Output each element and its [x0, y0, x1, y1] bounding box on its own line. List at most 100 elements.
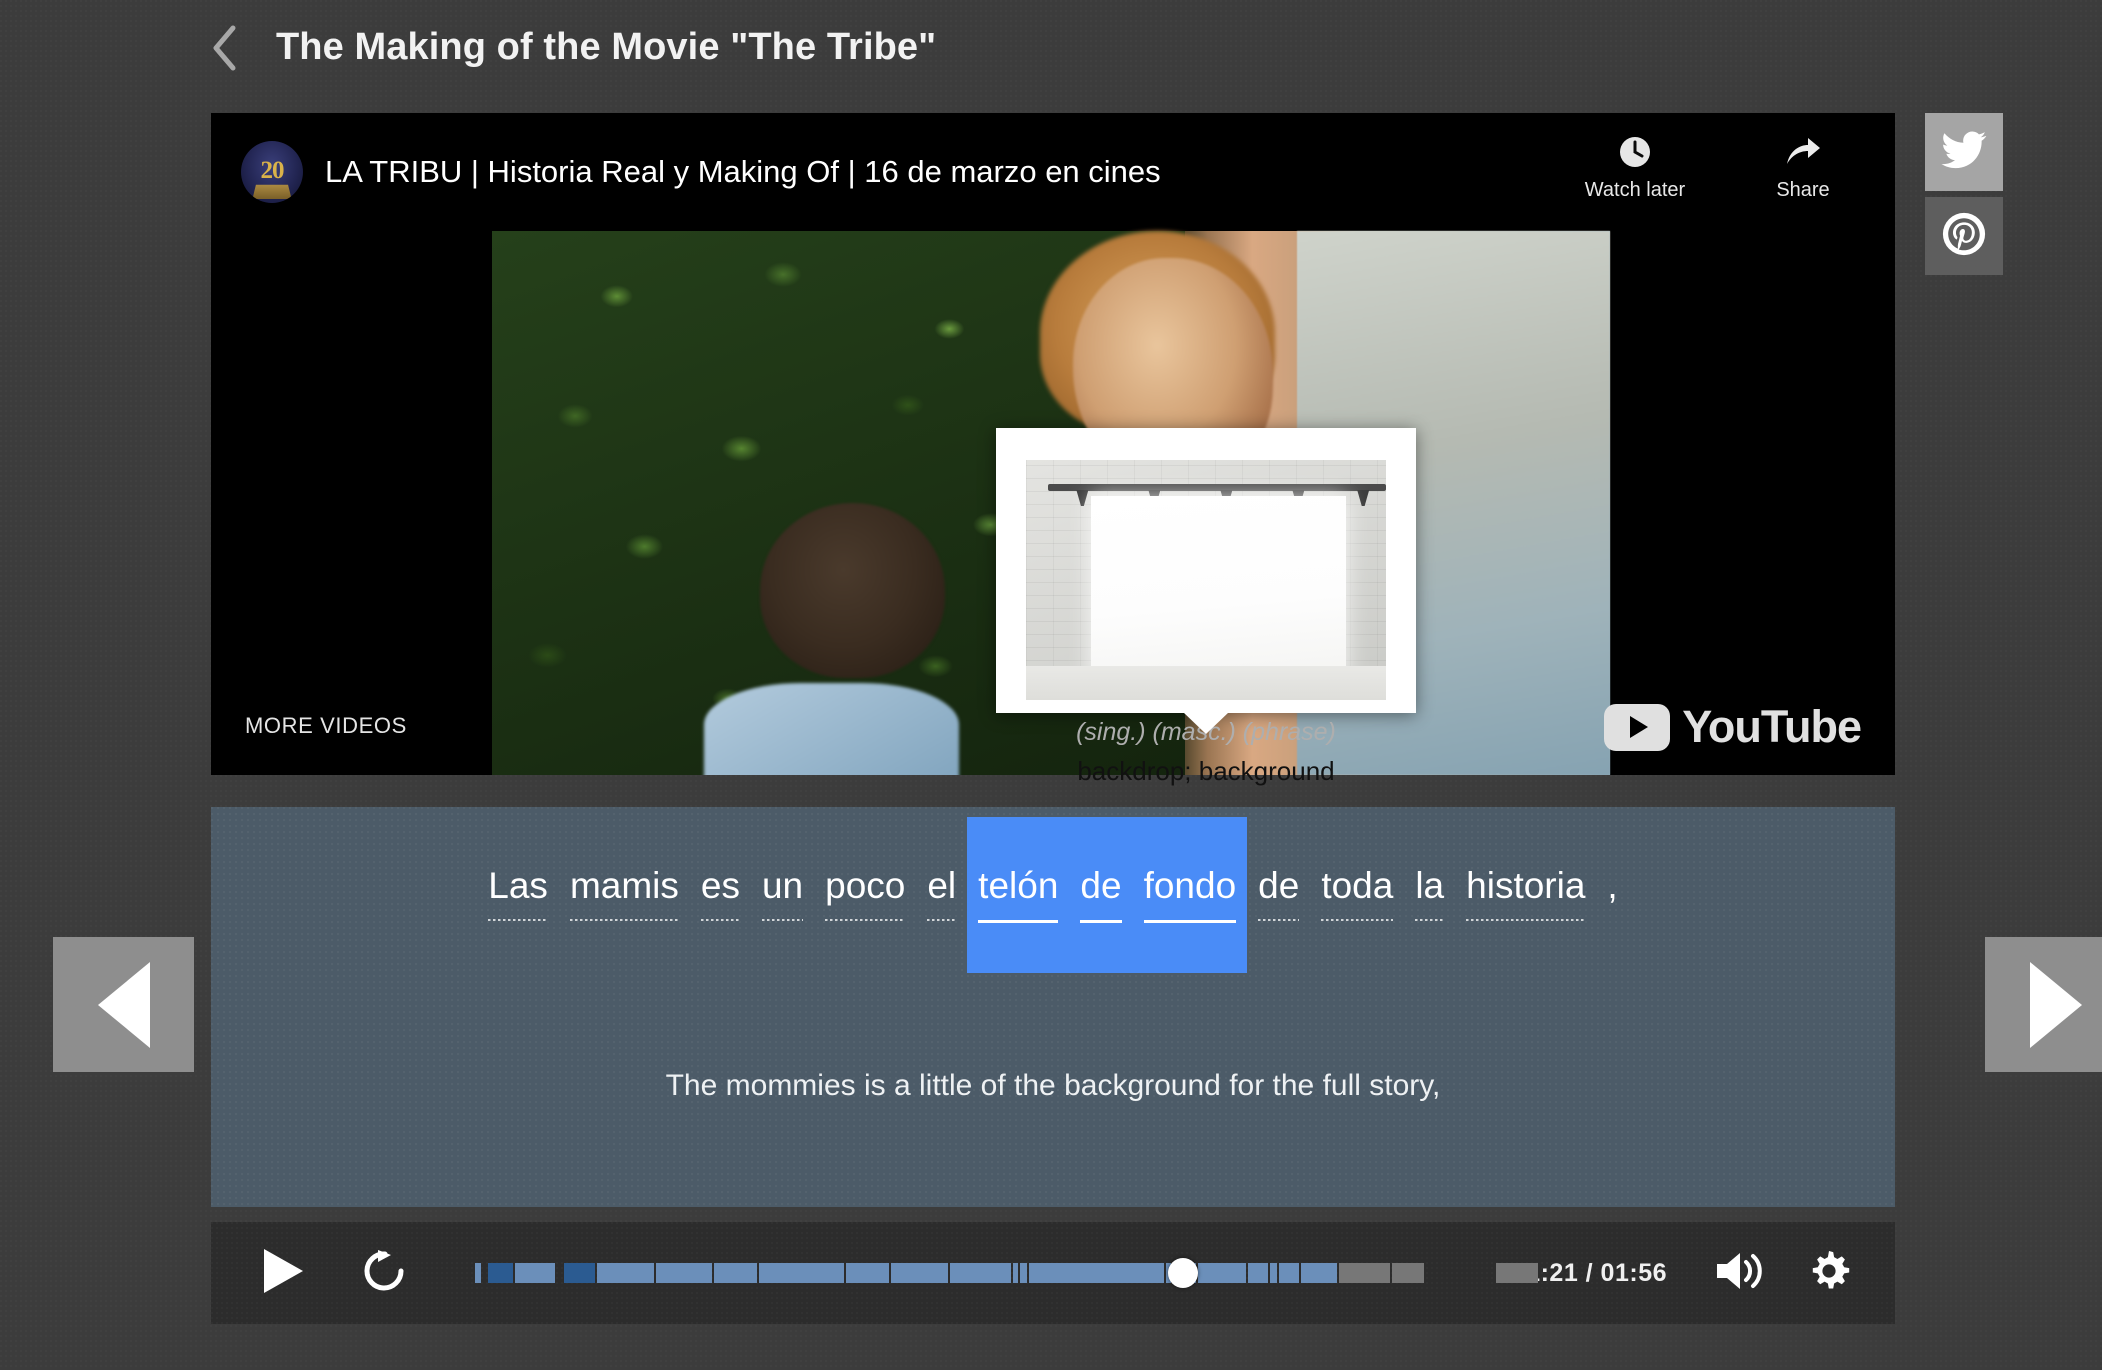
studio-rail — [1047, 484, 1386, 491]
progress-segment[interactable] — [487, 1263, 514, 1283]
youtube-watermark[interactable]: YouTube — [1604, 701, 1862, 753]
back-button[interactable] — [198, 18, 252, 78]
control-right-group — [1701, 1235, 1867, 1311]
play-icon — [260, 1246, 306, 1301]
progress-segment[interactable] — [596, 1263, 655, 1283]
definition-image — [1026, 460, 1386, 700]
subtitle-word[interactable]: mamis — [559, 817, 690, 973]
previous-button[interactable] — [53, 937, 194, 1072]
subtitle-word-text: historia — [1466, 865, 1586, 906]
play-button[interactable] — [245, 1235, 321, 1311]
subtitle-word[interactable]: Las — [477, 817, 559, 973]
subtitle-word-text: de — [1080, 865, 1122, 906]
share-arrow-icon — [1784, 135, 1822, 169]
progress-segment[interactable] — [564, 1263, 595, 1283]
watch-later-label: Watch later — [1584, 179, 1686, 201]
subtitle-word-text: la — [1415, 865, 1445, 906]
volume-button[interactable] — [1701, 1235, 1777, 1311]
subtitle-word[interactable]: fondo — [1132, 817, 1248, 973]
subtitle-word-text: poco — [825, 865, 906, 906]
progress-bar[interactable] — [475, 1258, 1538, 1288]
subtitle-word[interactable]: toda — [1310, 817, 1404, 973]
volume-icon — [1713, 1249, 1765, 1298]
chevron-left-icon — [211, 24, 239, 72]
progress-handle[interactable] — [1167, 1258, 1198, 1288]
page-title: The Making of the Movie "The Tribe" — [276, 26, 937, 68]
progress-segment[interactable] — [1426, 1263, 1494, 1283]
word-definition-tooltip: (sing.) (masc.) (phrase) backdrop; backg… — [996, 428, 1416, 786]
triangle-right-icon — [2029, 961, 2082, 1048]
triangle-left-icon — [97, 961, 150, 1048]
gear-icon — [1806, 1248, 1852, 1299]
progress-segment[interactable] — [713, 1263, 758, 1283]
twitter-icon — [1941, 130, 1987, 175]
progress-segment[interactable] — [1013, 1263, 1018, 1283]
progress-segment[interactable] — [483, 1263, 486, 1283]
page-header: The Making of the Movie "The Tribe" — [0, 0, 2102, 95]
twitter-share-button[interactable] — [1925, 113, 2003, 191]
channel-avatar[interactable] — [241, 141, 303, 203]
subtitle-word-line: Las mamis es un poco el telón de fondo de toda la hi… — [211, 817, 1895, 973]
app-root: The Making of the Movie "The Tribe" LA T… — [0, 0, 2102, 1370]
more-videos-label[interactable]: MORE VIDEOS — [245, 713, 407, 739]
progress-segments[interactable] — [475, 1263, 1538, 1283]
tooltip-arrow — [1183, 712, 1229, 734]
clock-icon — [1618, 135, 1652, 169]
subtitle-translation: The mommies is a little of the backgroun… — [665, 1069, 1441, 1102]
progress-segment[interactable] — [557, 1263, 562, 1283]
studio-floor — [1026, 666, 1386, 700]
subtitle-word[interactable]: de — [1247, 817, 1310, 973]
progress-segment[interactable] — [1496, 1263, 1538, 1283]
progress-segment[interactable] — [475, 1263, 482, 1283]
share-label: Share — [1776, 179, 1830, 201]
progress-segment[interactable] — [1301, 1263, 1338, 1283]
pinterest-share-button[interactable] — [1925, 197, 2003, 275]
progress-segment[interactable] — [1270, 1263, 1278, 1283]
watch-later-button[interactable]: Watch later — [1579, 135, 1691, 202]
studio-backdrop-paper — [1090, 496, 1347, 681]
replay-icon — [360, 1246, 410, 1301]
subtitle-word[interactable]: el — [916, 817, 967, 973]
subtitle-word-text: mamis — [569, 865, 679, 906]
definition-text: backdrop; background — [1077, 756, 1335, 786]
progress-segment[interactable] — [845, 1263, 889, 1283]
subtitle-word[interactable]: telón — [967, 817, 1070, 973]
subtitle-word[interactable]: historia — [1455, 817, 1596, 973]
subtitle-word[interactable]: la — [1404, 817, 1455, 973]
progress-segment[interactable] — [759, 1263, 844, 1283]
progress-segment[interactable] — [1019, 1263, 1028, 1283]
replay-button[interactable] — [347, 1235, 423, 1311]
subtitle-word-text: , — [1607, 865, 1618, 906]
next-button[interactable] — [1985, 937, 2102, 1072]
video-man-shirt — [704, 682, 960, 775]
subtitle-word[interactable]: poco — [814, 817, 916, 973]
subtitle-word[interactable]: de — [1069, 817, 1133, 973]
subtitle-word-text: fondo — [1143, 865, 1237, 906]
share-button[interactable]: Share — [1747, 135, 1859, 202]
progress-segment[interactable] — [1029, 1263, 1165, 1283]
youtube-actions: Watch later Share — [1579, 135, 1859, 202]
subtitle-word-text: el — [927, 865, 957, 906]
progress-segment[interactable] — [950, 1263, 1012, 1283]
progress-segment[interactable] — [515, 1263, 555, 1283]
youtube-top-bar: LA TRIBU | Historia Real y Making Of | 1… — [211, 113, 1895, 231]
subtitle-word[interactable]: , — [1596, 817, 1628, 973]
youtube-wordmark: YouTube — [1682, 701, 1862, 752]
subtitle-panel: Las mamis es un poco el telón de fondo de toda la hi… — [211, 807, 1895, 1207]
progress-segment[interactable] — [1279, 1263, 1300, 1283]
player-control-bar: 01:21 / 01:56 — [211, 1222, 1895, 1324]
settings-button[interactable] — [1791, 1235, 1867, 1311]
progress-segment[interactable] — [656, 1263, 712, 1283]
subtitle-word-text: telón — [978, 865, 1059, 906]
subtitle-word[interactable]: es — [690, 817, 751, 973]
progress-segment[interactable] — [1391, 1263, 1424, 1283]
video-title[interactable]: LA TRIBU | Historia Real y Making Of | 1… — [325, 154, 1161, 190]
subtitle-word[interactable]: un — [751, 817, 814, 973]
video-man-head — [760, 503, 946, 678]
progress-segment[interactable] — [1339, 1263, 1390, 1283]
progress-segment[interactable] — [890, 1263, 949, 1283]
progress-segment[interactable] — [1197, 1263, 1247, 1283]
pinterest-icon — [1941, 211, 1987, 262]
progress-segment[interactable] — [1248, 1263, 1269, 1283]
youtube-play-icon — [1604, 703, 1671, 751]
